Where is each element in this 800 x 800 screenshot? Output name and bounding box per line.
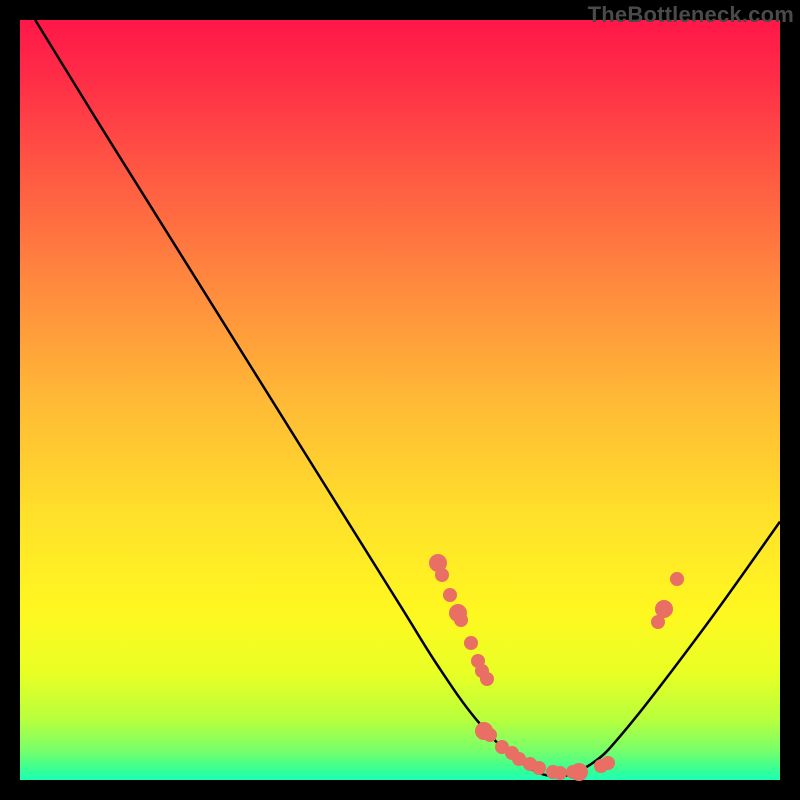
- watermark-text: TheBottleneck.com: [588, 2, 794, 28]
- curve-path: [35, 20, 780, 776]
- data-marker: [480, 672, 494, 686]
- data-marker: [483, 728, 497, 742]
- data-marker: [532, 761, 546, 775]
- chart-container: TheBottleneck.com: [0, 0, 800, 800]
- data-marker: [570, 763, 588, 781]
- data-marker: [464, 636, 478, 650]
- data-marker: [601, 756, 615, 770]
- plot-area: [20, 20, 780, 780]
- data-marker: [435, 568, 449, 582]
- bottleneck-curve: [20, 20, 780, 780]
- data-marker: [670, 572, 684, 586]
